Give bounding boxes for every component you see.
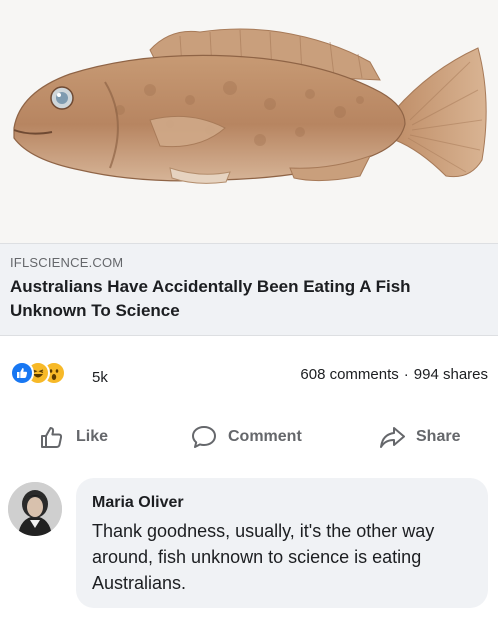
profile-photo-icon: [8, 482, 62, 536]
like-reaction-icon: [10, 361, 34, 385]
share-label: Share: [416, 428, 461, 445]
speech-bubble-icon: [190, 423, 218, 451]
stats-separator: ·: [403, 366, 409, 383]
post-image[interactable]: [0, 0, 498, 243]
facebook-post: IFLSCIENCE.COM Australians Have Accident…: [0, 0, 498, 620]
engagement-counts: 608 comments · 994 shares: [300, 366, 488, 383]
link-domain: IFLSCIENCE.COM: [10, 255, 124, 270]
comment-bubble: Maria Oliver Thank goodness, usually, it…: [76, 478, 488, 608]
reaction-count: 5k: [92, 369, 108, 386]
comment-text: Thank goodness, usually, it's the other …: [92, 521, 435, 593]
link-preview[interactable]: IFLSCIENCE.COM Australians Have Accident…: [0, 243, 498, 336]
share-arrow-icon: [378, 423, 406, 451]
link-headline[interactable]: Australians Have Accidentally Been Eatin…: [10, 275, 480, 323]
post-action-bar: Like Comment Share: [0, 413, 498, 461]
comment-author[interactable]: Maria Oliver: [92, 494, 184, 512]
shares-count-link[interactable]: 994 shares: [414, 366, 488, 383]
share-button[interactable]: Share: [378, 423, 478, 451]
comments-count-link[interactable]: 608 comments: [300, 366, 398, 383]
grouper-fish-photo: [13, 28, 487, 184]
comment-button[interactable]: Comment: [190, 423, 320, 451]
comment-label: Comment: [228, 428, 302, 445]
like-button[interactable]: Like: [38, 423, 128, 451]
post-stats: 5k 608 comments · 994 shares: [0, 355, 498, 391]
avatar[interactable]: [8, 482, 62, 536]
thumbs-up-icon: [38, 423, 66, 451]
like-label: Like: [76, 428, 109, 445]
comment-item: Maria Oliver Thank goodness, usually, it…: [0, 478, 498, 620]
